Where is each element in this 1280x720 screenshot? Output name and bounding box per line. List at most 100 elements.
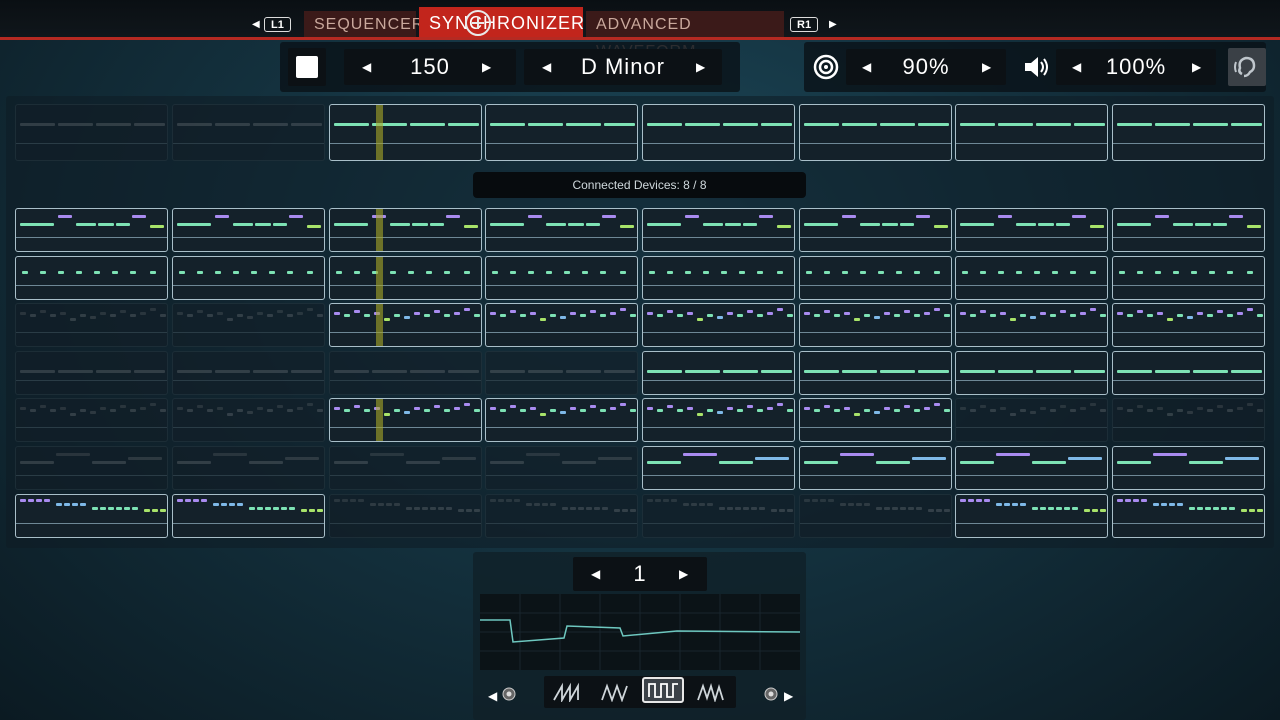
cell-baseline bbox=[16, 427, 167, 428]
target-level-increase-icon[interactable]: ▶ bbox=[982, 60, 991, 74]
tab-sequencer[interactable]: SEQUENCER bbox=[304, 11, 423, 37]
shape-next-icon[interactable]: ▶ bbox=[784, 689, 793, 703]
pattern-row-7-cell-col-8[interactable] bbox=[1112, 494, 1265, 538]
pattern-row-2-cell-col-8[interactable] bbox=[1112, 256, 1265, 300]
pattern-row-6-cell-col-5[interactable] bbox=[642, 446, 795, 490]
pattern-row-5-cell-col-3[interactable] bbox=[329, 398, 482, 442]
pattern-row-4-cell-col-3[interactable] bbox=[329, 351, 482, 395]
pattern-row-5-cell-col-5[interactable] bbox=[642, 398, 795, 442]
pattern-row-3-cell-col-7[interactable] bbox=[955, 303, 1108, 347]
top-pattern-cell-col-6[interactable] bbox=[799, 104, 952, 161]
note-segment bbox=[580, 409, 586, 412]
pattern-row-3-cell-col-5[interactable] bbox=[642, 303, 795, 347]
volume-increase-icon[interactable]: ▶ bbox=[1192, 60, 1201, 74]
pattern-row-7-cell-col-1[interactable] bbox=[15, 494, 168, 538]
pattern-row-5-cell-col-4[interactable] bbox=[485, 398, 638, 442]
pattern-row-4-cell-col-7[interactable] bbox=[955, 351, 1108, 395]
pattern-row-5-cell-col-7[interactable] bbox=[955, 398, 1108, 442]
pattern-row-3-cell-col-3[interactable] bbox=[329, 303, 482, 347]
pattern-row-1-cell-col-6[interactable] bbox=[799, 208, 952, 252]
volume-control[interactable]: ◀ 100% ▶ bbox=[1056, 49, 1216, 85]
pattern-row-4-cell-col-5[interactable] bbox=[642, 351, 795, 395]
pattern-row-1-cell-col-2[interactable] bbox=[172, 208, 325, 252]
target-level-control[interactable]: ◀ 90% ▶ bbox=[846, 49, 1006, 85]
tab-advanced-waveform[interactable]: ADVANCED WAVEFORM bbox=[586, 11, 784, 60]
pattern-row-3-cell-col-4[interactable] bbox=[485, 303, 638, 347]
top-pattern-cell-col-2[interactable] bbox=[172, 104, 325, 161]
tab-prev-arrow-icon[interactable]: ◀ bbox=[252, 19, 260, 30]
triangle-wave-icon[interactable] bbox=[600, 682, 630, 702]
top-pattern-cell-col-3[interactable] bbox=[329, 104, 482, 161]
top-pattern-cell-col-5[interactable] bbox=[642, 104, 795, 161]
pattern-row-7-cell-col-5[interactable] bbox=[642, 494, 795, 538]
pattern-row-2-cell-col-2[interactable] bbox=[172, 256, 325, 300]
tab-next-arrow-icon[interactable]: ▶ bbox=[829, 19, 837, 30]
note-segment bbox=[1100, 314, 1106, 317]
pattern-row-3-cell-col-6[interactable] bbox=[799, 303, 952, 347]
square-wave-button[interactable] bbox=[642, 677, 684, 703]
note-segment bbox=[1229, 507, 1235, 510]
pattern-row-2-cell-col-1[interactable] bbox=[15, 256, 168, 300]
top-pattern-cell-col-8[interactable] bbox=[1112, 104, 1265, 161]
pattern-row-1-cell-col-7[interactable] bbox=[955, 208, 1108, 252]
pattern-row-6-cell-col-2[interactable] bbox=[172, 446, 325, 490]
pattern-row-1-cell-col-1[interactable] bbox=[15, 208, 168, 252]
pattern-row-4-cell-col-4[interactable] bbox=[485, 351, 638, 395]
pattern-row-4-cell-col-6[interactable] bbox=[799, 351, 952, 395]
pattern-row-5-cell-col-1[interactable] bbox=[15, 398, 168, 442]
tempo-control[interactable]: ◀ 150 ▶ bbox=[344, 49, 516, 85]
key-previous-icon[interactable]: ◀ bbox=[542, 60, 551, 74]
pattern-row-6-cell-col-4[interactable] bbox=[485, 446, 638, 490]
noise-wave-icon[interactable] bbox=[696, 682, 726, 702]
pattern-row-3-cell-col-2[interactable] bbox=[172, 303, 325, 347]
pattern-row-1-cell-col-4[interactable] bbox=[485, 208, 638, 252]
tab-synchronizer[interactable]: SYNCHRONIZER bbox=[419, 7, 584, 37]
pattern-row-2-cell-col-4[interactable] bbox=[485, 256, 638, 300]
pattern-row-4-cell-col-1[interactable] bbox=[15, 351, 168, 395]
pattern-row-5-cell-col-6[interactable] bbox=[799, 398, 952, 442]
pattern-row-5-cell-col-8[interactable] bbox=[1112, 398, 1265, 442]
listen-button[interactable] bbox=[1228, 48, 1266, 86]
top-pattern-cell-col-4[interactable] bbox=[485, 104, 638, 161]
pattern-row-2-cell-col-6[interactable] bbox=[799, 256, 952, 300]
pattern-row-4-cell-col-8[interactable] bbox=[1112, 351, 1265, 395]
channel-next-icon[interactable]: ▶ bbox=[679, 567, 688, 581]
pattern-row-1-cell-col-5[interactable] bbox=[642, 208, 795, 252]
tempo-increase-icon[interactable]: ▶ bbox=[482, 60, 491, 74]
pattern-row-2-cell-col-7[interactable] bbox=[955, 256, 1108, 300]
r1-button-hint[interactable]: R1 bbox=[790, 17, 819, 32]
pattern-row-2-cell-col-3[interactable] bbox=[329, 256, 482, 300]
top-pattern-cell-col-7[interactable] bbox=[955, 104, 1108, 161]
top-pattern-cell-col-1[interactable] bbox=[15, 104, 168, 161]
saw-wave-icon[interactable] bbox=[552, 682, 582, 702]
volume-decrease-icon[interactable]: ◀ bbox=[1072, 60, 1081, 74]
pattern-row-7-cell-col-6[interactable] bbox=[799, 494, 952, 538]
note-segment bbox=[96, 370, 131, 373]
stop-button[interactable] bbox=[288, 48, 326, 86]
pattern-row-3-cell-col-8[interactable] bbox=[1112, 303, 1265, 347]
pattern-row-7-cell-col-2[interactable] bbox=[172, 494, 325, 538]
pattern-row-6-cell-col-7[interactable] bbox=[955, 446, 1108, 490]
channel-previous-icon[interactable]: ◀ bbox=[591, 567, 600, 581]
pattern-row-5-cell-col-2[interactable] bbox=[172, 398, 325, 442]
pattern-row-7-cell-col-4[interactable] bbox=[485, 494, 638, 538]
key-control[interactable]: ◀ D Minor ▶ bbox=[524, 49, 722, 85]
pattern-row-4-cell-col-2[interactable] bbox=[172, 351, 325, 395]
pattern-row-6-cell-col-3[interactable] bbox=[329, 446, 482, 490]
target-level-decrease-icon[interactable]: ◀ bbox=[862, 60, 871, 74]
pattern-row-6-cell-col-1[interactable] bbox=[15, 446, 168, 490]
note-segment bbox=[317, 409, 323, 412]
shape-previous-icon[interactable]: ◀ bbox=[488, 689, 497, 703]
pattern-row-3-cell-col-1[interactable] bbox=[15, 303, 168, 347]
key-next-icon[interactable]: ▶ bbox=[696, 60, 705, 74]
pattern-row-7-cell-col-7[interactable] bbox=[955, 494, 1108, 538]
tempo-decrease-icon[interactable]: ◀ bbox=[362, 60, 371, 74]
pattern-row-6-cell-col-6[interactable] bbox=[799, 446, 952, 490]
pattern-row-7-cell-col-3[interactable] bbox=[329, 494, 482, 538]
pattern-row-2-cell-col-5[interactable] bbox=[642, 256, 795, 300]
l1-button-hint[interactable]: L1 bbox=[264, 17, 291, 32]
pattern-row-6-cell-col-8[interactable] bbox=[1112, 446, 1265, 490]
pattern-row-1-cell-col-3[interactable] bbox=[329, 208, 482, 252]
channel-selector[interactable]: ◀ 1 ▶ bbox=[573, 557, 707, 591]
pattern-row-1-cell-col-8[interactable] bbox=[1112, 208, 1265, 252]
